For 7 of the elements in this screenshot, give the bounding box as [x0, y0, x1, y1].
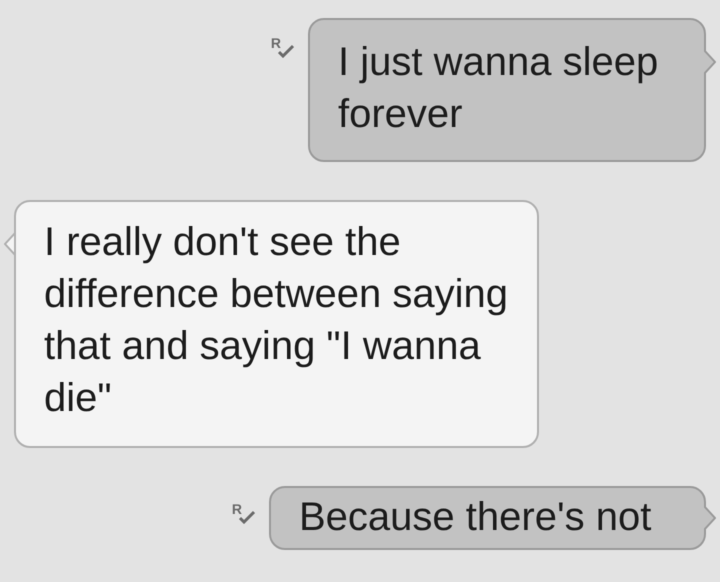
message-bubble: Because there's not — [269, 486, 706, 550]
read-receipt-letter: R — [232, 502, 242, 516]
bubble-tail — [704, 50, 716, 74]
bubble-tail — [704, 506, 716, 530]
read-receipt-letter: R — [270, 36, 281, 50]
message-bubble: I really don't see the difference between saying that and saying "I wanna die" — [14, 200, 539, 448]
message-bubble: I just wanna sleep forever — [308, 18, 706, 162]
